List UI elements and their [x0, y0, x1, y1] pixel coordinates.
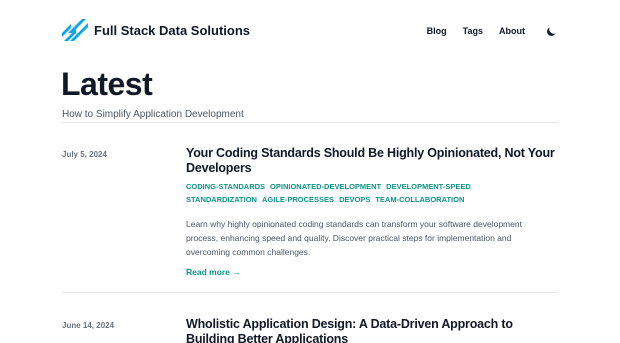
post-body: Your Coding Standards Should Be Highly O…: [186, 146, 558, 280]
tag-link[interactable]: DEVELOPMENT-SPEED: [386, 181, 471, 192]
site-title[interactable]: Full Stack Data Solutions: [94, 23, 250, 38]
page-subtitle: How to Simplify Application Development: [62, 109, 244, 120]
post-body: Wholistic Application Design: A Data-Dri…: [186, 317, 558, 343]
site-header: Full Stack Data Solutions Blog Tags Abou…: [62, 18, 558, 44]
post-title[interactable]: Your Coding Standards Should Be Highly O…: [186, 146, 558, 176]
divider: [62, 292, 558, 293]
tag-link[interactable]: DEVOPS: [339, 194, 370, 205]
nav-link-about[interactable]: About: [499, 26, 525, 36]
nav-link-blog[interactable]: Blog: [427, 26, 447, 36]
post-title[interactable]: Wholistic Application Design: A Data-Dri…: [186, 317, 558, 343]
main-nav: Blog Tags About: [411, 24, 558, 38]
post-date: July 5, 2024: [62, 150, 107, 159]
read-more-link[interactable]: Read more →: [186, 267, 241, 277]
tag-link[interactable]: TEAM-COLLABORATION: [375, 194, 464, 205]
tag-link[interactable]: CODING-STANDARDS: [186, 181, 265, 192]
nav-link-tags[interactable]: Tags: [463, 26, 483, 36]
tag-link[interactable]: AGILE-PROCESSES: [262, 194, 334, 205]
page-title: Latest: [61, 66, 153, 102]
tag-link[interactable]: OPINIONATED-DEVELOPMENT: [270, 181, 381, 192]
slanted-stripes-logo[interactable]: [62, 19, 88, 41]
moon-icon: [546, 26, 556, 36]
post-date: June 14, 2024: [62, 321, 115, 330]
theme-toggle-button[interactable]: [544, 24, 558, 38]
divider: [62, 122, 558, 123]
post-excerpt: Learn why highly opinionated coding stan…: [186, 219, 522, 257]
tag-link[interactable]: STANDARDIZATION: [186, 194, 257, 205]
tag-list: CODING-STANDARDS OPINIONATED-DEVELOPMENT D…: [186, 179, 526, 205]
